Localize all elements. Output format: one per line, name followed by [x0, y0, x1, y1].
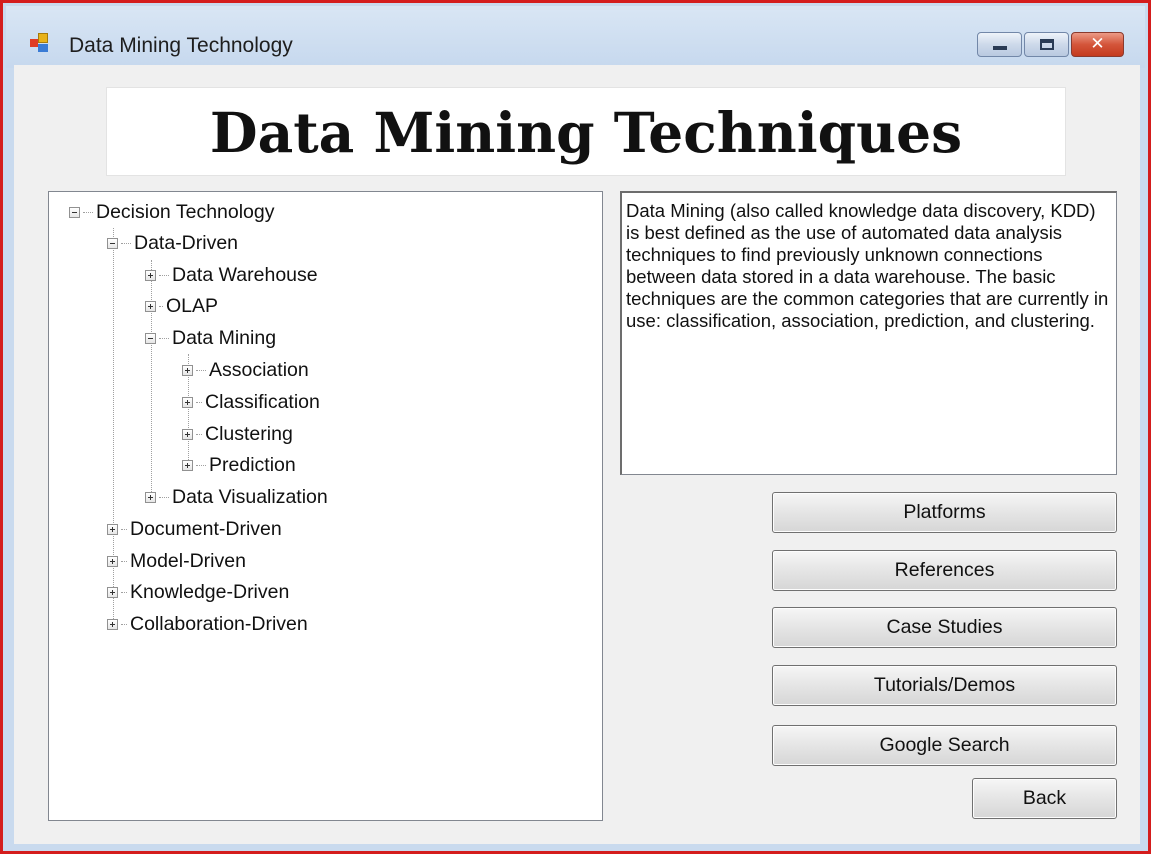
- tree-node-classification[interactable]: Classification: [182, 389, 320, 415]
- expand-icon[interactable]: [107, 618, 118, 630]
- form-client-area: Data Mining Techniques Decision Technolo…: [14, 65, 1140, 844]
- collapse-icon[interactable]: [69, 206, 80, 218]
- app-window: Data Mining Technology ✕ Data Mining Tec…: [0, 0, 1151, 854]
- expand-icon[interactable]: [107, 523, 118, 535]
- platforms-button[interactable]: Platforms: [772, 492, 1117, 533]
- case-studies-button[interactable]: Case Studies: [772, 607, 1117, 648]
- minimize-button[interactable]: [977, 32, 1022, 57]
- collapse-icon[interactable]: [107, 237, 118, 249]
- tree-node-collaboration-driven[interactable]: Collaboration-Driven: [107, 611, 308, 637]
- tree-node-data-warehouse[interactable]: Data Warehouse: [145, 262, 318, 288]
- expand-icon[interactable]: [145, 491, 156, 503]
- app-icon: [30, 33, 50, 53]
- tree-node-document-driven[interactable]: Document-Driven: [107, 516, 282, 542]
- tree-node-decision-technology[interactable]: Decision Technology: [69, 199, 275, 225]
- minimize-icon: [993, 46, 1007, 50]
- collapse-icon[interactable]: [145, 332, 156, 344]
- expand-icon[interactable]: [182, 459, 193, 471]
- description-textbox[interactable]: Data Mining (also called knowledge data …: [620, 191, 1117, 475]
- maximize-button[interactable]: [1024, 32, 1069, 57]
- decision-technology-tree[interactable]: Decision Technology Data-Driven Data War…: [48, 191, 603, 821]
- tree-node-data-mining[interactable]: Data Mining: [145, 325, 276, 351]
- banner: Data Mining Techniques: [106, 87, 1066, 176]
- title-bar[interactable]: Data Mining Technology ✕: [6, 6, 1145, 68]
- tree-node-clustering[interactable]: Clustering: [182, 421, 293, 447]
- tree-node-olap[interactable]: OLAP: [145, 293, 218, 319]
- google-search-button[interactable]: Google Search: [772, 725, 1117, 766]
- tree-node-model-driven[interactable]: Model-Driven: [107, 548, 246, 574]
- expand-icon[interactable]: [107, 555, 118, 567]
- references-button[interactable]: References: [772, 550, 1117, 591]
- window-title: Data Mining Technology: [69, 34, 293, 57]
- page-title: Data Mining Techniques: [209, 100, 963, 165]
- tree-node-data-driven[interactable]: Data-Driven: [107, 230, 238, 256]
- back-button[interactable]: Back: [972, 778, 1117, 819]
- close-button[interactable]: ✕: [1071, 32, 1124, 57]
- tree-node-association[interactable]: Association: [182, 357, 309, 383]
- expand-icon[interactable]: [145, 300, 156, 312]
- maximize-icon: [1040, 39, 1054, 50]
- tree-node-prediction[interactable]: Prediction: [182, 452, 296, 478]
- tree-node-knowledge-driven[interactable]: Knowledge-Driven: [107, 579, 289, 605]
- expand-icon[interactable]: [182, 396, 193, 408]
- expand-icon[interactable]: [182, 364, 193, 376]
- expand-icon[interactable]: [145, 269, 156, 281]
- expand-icon[interactable]: [182, 428, 193, 440]
- close-icon: ✕: [1090, 34, 1105, 54]
- tutorials-demos-button[interactable]: Tutorials/Demos: [772, 665, 1117, 706]
- tree-node-data-visualization[interactable]: Data Visualization: [145, 484, 328, 510]
- expand-icon[interactable]: [107, 586, 118, 598]
- window-controls: ✕: [977, 32, 1124, 57]
